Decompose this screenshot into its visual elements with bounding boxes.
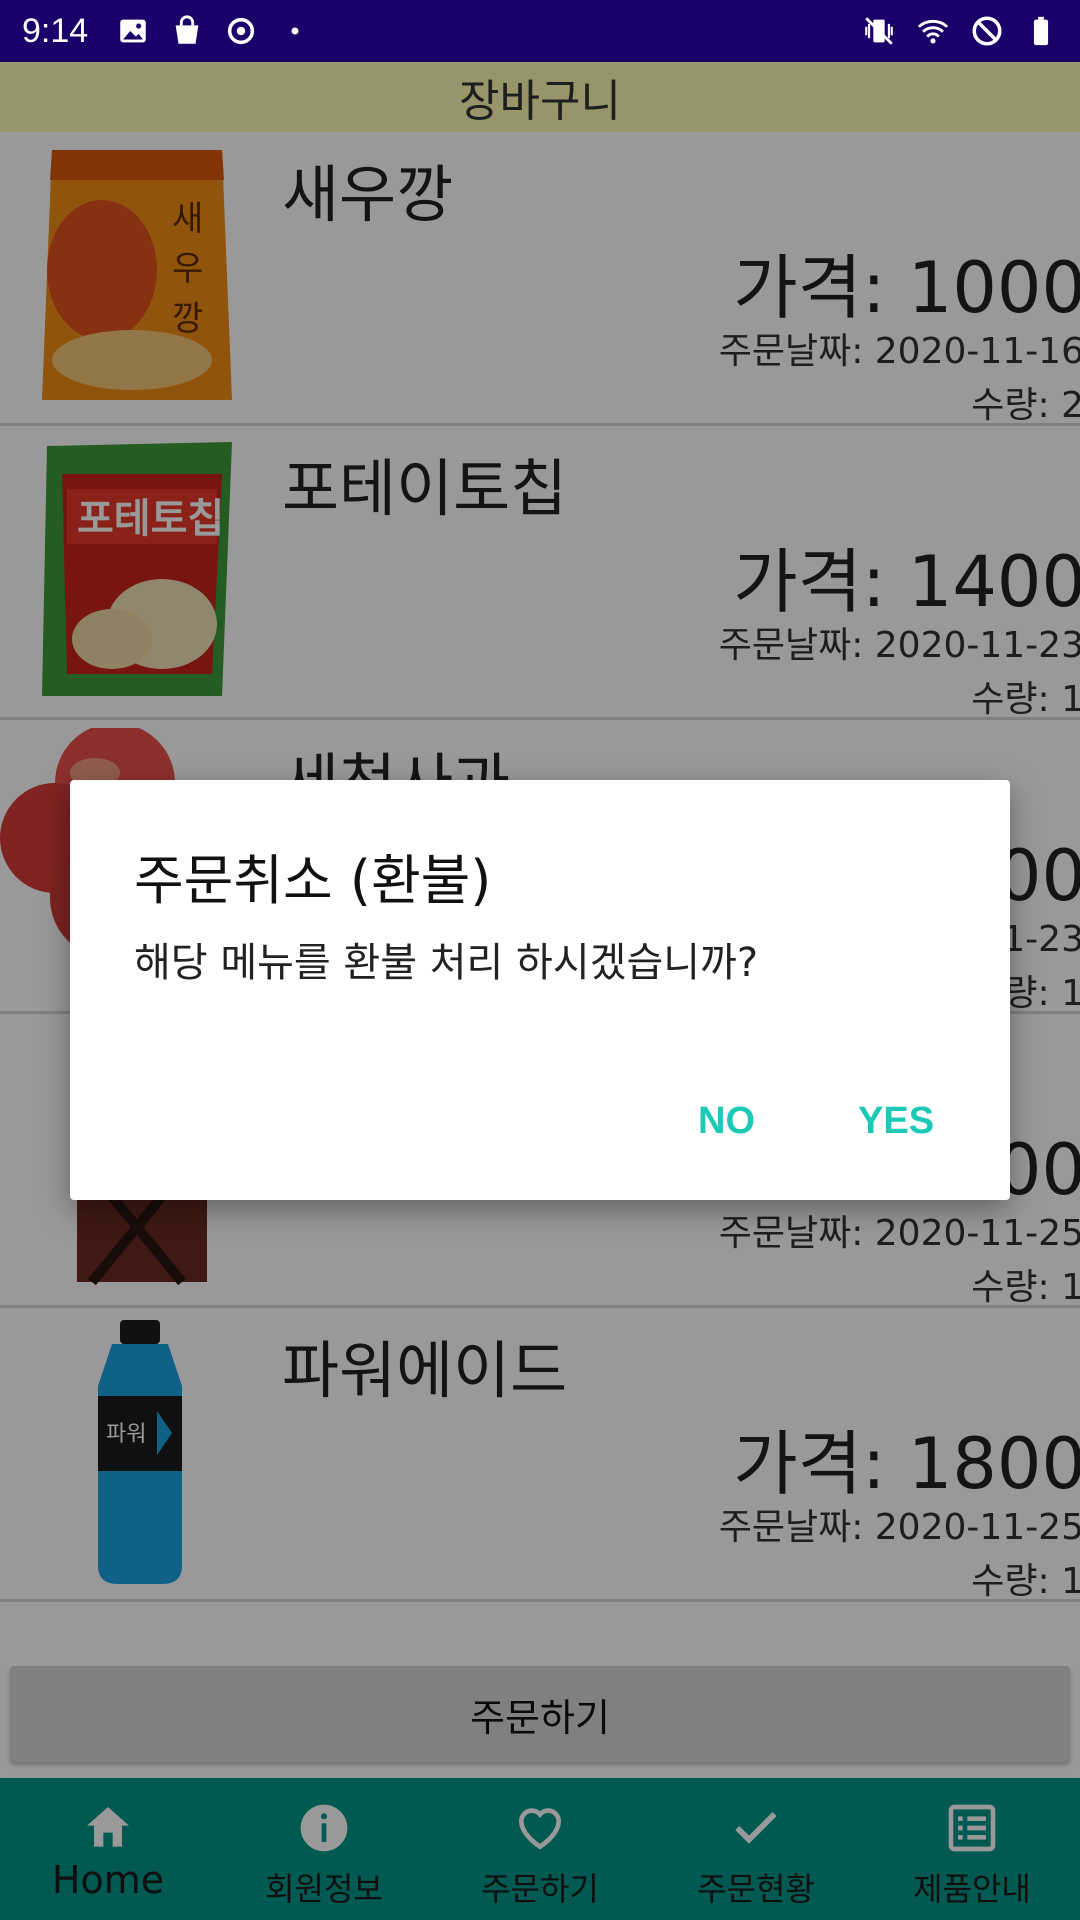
do-not-disturb-icon xyxy=(970,14,1004,48)
yes-button[interactable]: YES xyxy=(858,1100,934,1143)
dot-icon xyxy=(278,14,312,48)
vibrate-icon xyxy=(862,14,896,48)
sync-icon xyxy=(224,14,258,48)
battery-icon xyxy=(1024,14,1058,48)
status-bar: 9:14 xyxy=(0,0,1080,62)
image-icon xyxy=(116,14,150,48)
wifi-icon xyxy=(916,14,950,48)
dialog-title: 주문취소 (환불) xyxy=(134,849,492,912)
refund-dialog: 주문취소 (환불) 해당 메뉴를 환불 처리 하시겠습니까? NO YES xyxy=(70,780,1010,1200)
status-time: 9:14 xyxy=(22,11,89,50)
shopping-bag-icon xyxy=(170,14,204,48)
dialog-message: 해당 메뉴를 환불 처리 하시겠습니까? xyxy=(134,940,759,986)
no-button[interactable]: NO xyxy=(698,1100,755,1143)
